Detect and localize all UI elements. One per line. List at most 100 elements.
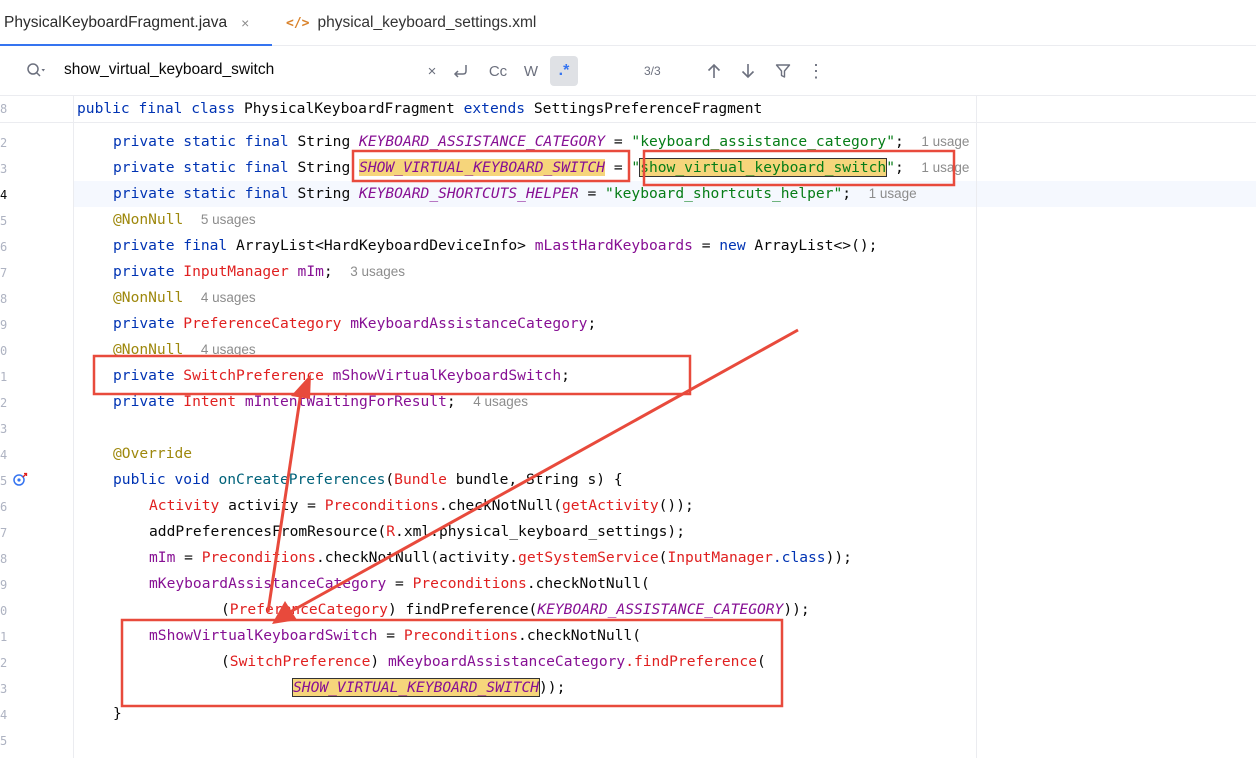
usage-hint[interactable]: 1 usage <box>921 134 969 149</box>
usage-hint[interactable]: 4 usages <box>201 342 256 357</box>
code-token: = <box>377 627 404 644</box>
code-line[interactable]: (PreferenceCategory) findPreference(KEYB… <box>221 597 810 623</box>
sticky-class-header[interactable]: public final class PhysicalKeyboardFragm… <box>77 96 762 122</box>
line-number: 1 <box>0 370 8 384</box>
code-line[interactable]: private PreferenceCategory mKeyboardAssi… <box>113 311 596 337</box>
search-input[interactable]: show_virtual_keyboard_switch <box>64 61 274 79</box>
code-line[interactable]: private static final String SHOW_VIRTUAL… <box>113 155 969 181</box>
code-line[interactable]: @Override <box>113 441 192 467</box>
code-token: addPreferencesFromResource( <box>149 523 387 540</box>
code-token: ; <box>842 185 869 202</box>
code-token: private final <box>113 237 237 254</box>
code-token: SettingsPreferenceFragment <box>533 100 763 117</box>
code-token: ; <box>446 393 474 410</box>
code-token: Intent <box>183 393 245 410</box>
code-editor[interactable]: 8 2 3 4 5 6 7 8 9 0 1 2 3 4 5 6 7 8 9 0 … <box>0 96 1256 758</box>
more-options-icon[interactable]: ⋮ <box>807 58 825 84</box>
code-line[interactable]: private InputManager mIm; 3 usages <box>113 259 405 285</box>
code-line[interactable]: private final ArrayList<HardKeyboardDevi… <box>113 233 877 259</box>
code-token: getSystemService <box>518 549 659 566</box>
code-token: extends <box>463 100 534 117</box>
code-token: private static final <box>113 185 298 202</box>
next-occurrence-icon[interactable] <box>738 58 758 84</box>
find-bar: show_virtual_keyboard_switch × Cc W .* 3… <box>0 46 1256 96</box>
regex-toggle-button[interactable]: .* <box>550 56 578 86</box>
line-number: 6 <box>0 240 8 254</box>
line-number: 4 <box>0 188 8 202</box>
code-token: @NonNull <box>113 211 184 228</box>
current-search-match: show_virtual_keyboard_switch <box>639 158 888 177</box>
code-token: PreferenceCategory <box>183 315 351 332</box>
previous-occurrence-icon[interactable] <box>704 58 724 84</box>
code-token: = <box>175 549 202 566</box>
line-number: 1 <box>0 630 8 644</box>
sticky-header-separator <box>0 122 1256 123</box>
code-token: ( <box>757 653 766 670</box>
match-count: 3/3 <box>644 64 661 78</box>
line-number: 2 <box>0 656 8 670</box>
override-method-icon[interactable] <box>12 471 28 491</box>
usage-hint[interactable]: 5 usages <box>201 212 256 227</box>
code-token: = <box>692 237 720 254</box>
line-number: 3 <box>0 682 8 696</box>
whole-words-button[interactable]: W <box>520 58 542 84</box>
code-line[interactable]: mShowVirtualKeyboardSwitch = Preconditio… <box>149 623 641 649</box>
line-number: 9 <box>0 578 8 592</box>
usage-hint[interactable]: 1 usage <box>869 186 917 201</box>
code-line[interactable]: addPreferencesFromResource(R.xml.physica… <box>149 519 685 545</box>
code-line[interactable]: private static final String KEYBOARD_ASS… <box>113 129 969 155</box>
code-token: ; <box>895 159 922 176</box>
new-line-icon[interactable] <box>450 58 472 84</box>
usage-hint[interactable]: 4 usages <box>201 290 256 305</box>
tab-physical-keyboard-settings-xml[interactable]: </> physical_keyboard_settings.xml <box>286 0 536 46</box>
code-line[interactable]: mKeyboardAssistanceCategory = Preconditi… <box>149 571 650 597</box>
code-token: ( <box>221 601 230 618</box>
code-line[interactable]: (SwitchPreference) mKeyboardAssistanceCa… <box>221 649 766 675</box>
code-token: "keyboard_shortcuts_helper" <box>605 185 843 202</box>
line-number: 3 <box>0 422 8 436</box>
code-token: KEYBOARD_ASSISTANCE_CATEGORY <box>537 601 784 618</box>
code-line[interactable]: @NonNull 4 usages <box>113 337 256 363</box>
code-token: String <box>525 471 588 488</box>
code-token: Activity <box>149 497 229 514</box>
code-token: )); <box>783 601 810 618</box>
usage-hint[interactable]: 4 usages <box>473 394 528 409</box>
code-token: ; <box>895 133 922 150</box>
match-case-button[interactable]: Cc <box>485 58 511 84</box>
code-token: " <box>886 159 896 176</box>
code-line[interactable]: public void onCreatePreferences(Bundle b… <box>113 467 623 493</box>
code-token: )); <box>825 549 852 566</box>
code-line[interactable]: } <box>113 701 122 727</box>
tab-physical-keyboard-fragment-java[interactable]: PhysicalKeyboardFragment.java × <box>0 0 272 47</box>
code-token: onCreatePreferences <box>218 471 386 488</box>
code-token: mIntentWaitingForResult <box>244 393 447 410</box>
usage-hint[interactable]: 3 usages <box>350 264 405 279</box>
close-tab-icon[interactable]: × <box>241 15 249 31</box>
code-token: PreferenceCategory <box>229 601 388 618</box>
code-token: .class <box>772 549 826 566</box>
code-line[interactable]: private Intent mIntentWaitingForResult; … <box>113 389 528 415</box>
code-token: private <box>113 315 184 332</box>
code-line[interactable]: @NonNull 4 usages <box>113 285 256 311</box>
code-token: ; <box>561 367 570 384</box>
code-token: Preconditions <box>412 575 527 592</box>
code-token: mIm <box>149 549 176 566</box>
filter-icon[interactable] <box>773 58 793 84</box>
code-line[interactable]: @NonNull 5 usages <box>113 207 256 233</box>
code-token: "keyboard_assistance_category" <box>631 133 895 150</box>
code-token: Bundle <box>394 471 456 488</box>
code-line[interactable]: Activity activity = Preconditions.checkN… <box>149 493 694 519</box>
code-line[interactable]: private static final String KEYBOARD_SHO… <box>113 181 917 207</box>
right-margin-guide <box>976 96 977 758</box>
clear-search-icon[interactable]: × <box>424 58 440 84</box>
line-number: 5 <box>0 214 8 228</box>
code-token: ) <box>370 653 388 670</box>
code-line[interactable]: mIm = Preconditions.checkNotNull(activit… <box>149 545 852 571</box>
code-line[interactable]: SHOW_VIRTUAL_KEYBOARD_SWITCH)); <box>291 675 565 701</box>
code-token: String <box>297 185 360 202</box>
usage-hint[interactable]: 1 usage <box>921 160 969 175</box>
search-history-icon[interactable] <box>26 62 46 80</box>
code-token: mShowVirtualKeyboardSwitch <box>149 627 378 644</box>
code-token: getActivity <box>561 497 659 514</box>
code-line[interactable]: private SwitchPreference mShowVirtualKey… <box>113 363 570 389</box>
